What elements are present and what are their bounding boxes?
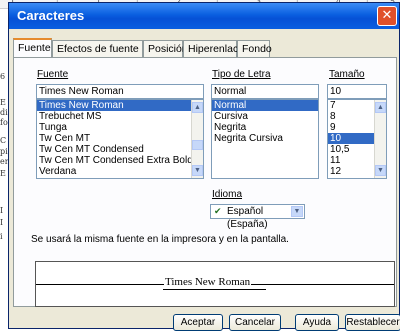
doc-fragment: C xyxy=(0,136,7,145)
ok-button[interactable]: Aceptar xyxy=(173,314,223,331)
font-label: Fuente xyxy=(37,69,69,80)
size-label: Tamaño xyxy=(329,69,365,80)
tab-position[interactable]: Posición xyxy=(143,40,188,57)
doc-fragment: i xyxy=(0,232,3,241)
font-list-scrollbar[interactable]: ▲ ▼ xyxy=(191,100,203,178)
chevron-down-icon[interactable]: ▼ xyxy=(291,206,303,217)
font-list-item[interactable]: Verdana xyxy=(37,166,203,177)
help-button[interactable]: Ayuda xyxy=(295,314,339,331)
preview-underline xyxy=(163,289,266,290)
font-style-list[interactable]: Normal Cursiva Negrita Negrita Cursiva xyxy=(211,99,319,179)
document-text-fragments: 6 E di fo C pi er E I I i xyxy=(0,10,9,329)
font-list[interactable]: Times New Roman Trebuchet MS Tunga Tw Ce… xyxy=(36,99,204,179)
character-dialog: Caracteres ✕ Fuente Efectos de fuente Po… xyxy=(8,2,400,331)
font-preview: Times New Roman xyxy=(35,261,395,307)
doc-fragment: I xyxy=(0,206,4,215)
doc-fragment: 6 xyxy=(0,72,6,81)
font-list-item[interactable]: Trebuchet MS xyxy=(37,111,203,122)
style-label: Tipo de Letra xyxy=(212,69,271,80)
doc-fragment: di xyxy=(0,108,8,117)
font-size-list[interactable]: 7 8 9 10 10,5 11 12 ▲ ▼ xyxy=(327,99,387,179)
doc-fragment: E xyxy=(0,98,6,107)
title-bar[interactable]: Caracteres ✕ xyxy=(9,3,399,29)
cancel-button[interactable]: Cancelar xyxy=(229,314,281,331)
tab-font-effects[interactable]: Efectos de fuente xyxy=(52,40,143,57)
font-list-item[interactable]: Tw Cen MT Condensed xyxy=(37,144,203,155)
language-label: Idioma xyxy=(212,189,243,200)
doc-fragment: fo xyxy=(0,118,8,127)
style-list-item[interactable]: Negrita xyxy=(212,122,318,133)
scroll-down-icon[interactable]: ▼ xyxy=(375,165,386,176)
doc-fragment: I xyxy=(0,218,4,227)
tab-background[interactable]: Fondo xyxy=(237,40,272,57)
scroll-up-icon[interactable]: ▲ xyxy=(375,102,386,113)
font-style-input[interactable]: Normal xyxy=(211,84,319,99)
style-list-item[interactable]: Negrita Cursiva xyxy=(212,133,318,144)
tab-hyperlink[interactable]: Hiperenlace xyxy=(183,40,244,57)
scroll-up-icon[interactable]: ▲ xyxy=(192,102,203,113)
font-size-input[interactable]: 10 xyxy=(327,84,387,99)
preview-sample-text: Times New Roman xyxy=(164,276,252,288)
info-text: Se usará la misma fuente en la impresora… xyxy=(31,234,289,245)
reset-button[interactable]: Restablecer xyxy=(345,314,400,331)
doc-fragment: E xyxy=(0,169,6,178)
tab-font[interactable]: Fuente xyxy=(13,38,52,58)
style-list-item[interactable]: Cursiva xyxy=(212,111,318,122)
scroll-thumb[interactable] xyxy=(192,140,203,150)
font-list-item[interactable]: Tw Cen MT Condensed Extra Bold xyxy=(37,155,203,166)
close-icon: ✕ xyxy=(381,8,393,23)
font-list-item[interactable]: Times New Roman xyxy=(37,100,203,111)
font-name-input[interactable]: Times New Roman xyxy=(36,84,204,99)
font-list-item[interactable]: Tw Cen MT xyxy=(37,133,203,144)
spellcheck-flag-icon: ✔ xyxy=(214,206,222,216)
language-select[interactable]: ✔ Español (España) ▼ xyxy=(210,204,305,230)
doc-fragment: pi xyxy=(0,147,8,156)
style-list-item[interactable]: Normal xyxy=(212,100,318,111)
scroll-down-icon[interactable]: ▼ xyxy=(192,165,203,176)
size-list-scrollbar[interactable]: ▲ ▼ xyxy=(374,100,386,178)
close-button[interactable]: ✕ xyxy=(377,6,397,26)
dialog-title: Caracteres xyxy=(17,8,85,23)
font-list-item[interactable]: Tunga xyxy=(37,122,203,133)
